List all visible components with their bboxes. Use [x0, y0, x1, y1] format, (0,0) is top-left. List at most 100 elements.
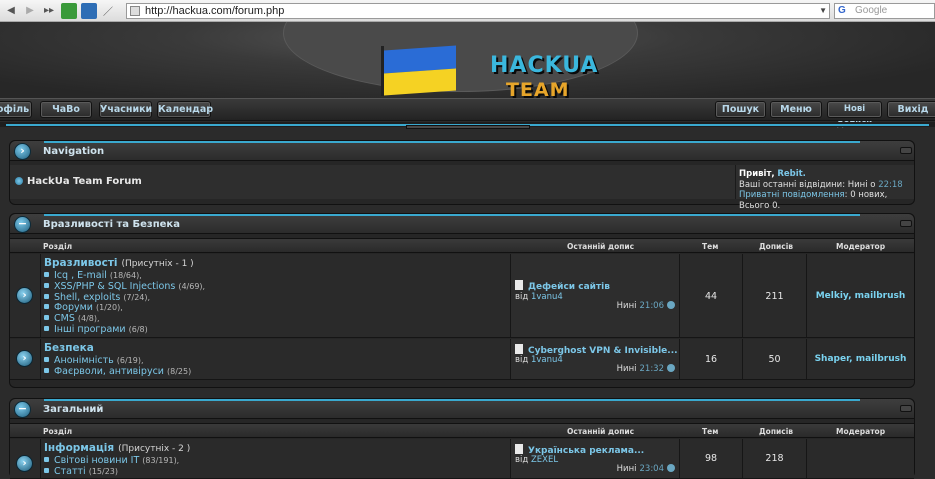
collapse-toggle-icon[interactable]: ›: [14, 143, 31, 160]
subforum-link[interactable]: Статті: [54, 466, 86, 477]
back-icon[interactable]: ◀: [3, 3, 19, 19]
browser-search-input[interactable]: G Google: [834, 3, 935, 19]
col-posts: Дописів: [759, 242, 794, 251]
category-panel: − Загальний Розділ Останній допис Тем До…: [9, 398, 915, 479]
google-icon: G: [838, 5, 846, 16]
forward-icon[interactable]: ▶: [22, 3, 38, 19]
category-title[interactable]: Загальний: [43, 404, 103, 415]
welcome-box: Привіт, Rebit. Ваші останні відвідини: Н…: [735, 165, 914, 211]
tools-icon[interactable]: ／: [100, 3, 116, 19]
present-count: (Присутніх - 2 ): [118, 444, 191, 454]
moderator-links[interactable]: Shaper, mailbrush: [807, 354, 914, 364]
username-link[interactable]: Rebit.: [777, 169, 806, 179]
new-posts-button[interactable]: Нові дописи: [827, 101, 882, 129]
history-dropdown-icon[interactable]: ▸▸: [41, 3, 57, 19]
subforum-list: Icq , E-mail (18/64), XSS/PHP & SQL Injec…: [44, 270, 206, 336]
home-icon[interactable]: [81, 2, 97, 19]
ukraine-flag-logo: [384, 45, 456, 96]
post-count: 211: [765, 291, 784, 302]
forum-home-row: HackUa Team Forum Привіт, Rebit. Ваші ос…: [10, 165, 914, 211]
last-post-time: 21:32: [639, 364, 665, 374]
collapse-toggle-icon[interactable]: −: [14, 216, 31, 233]
bullet-icon: [15, 177, 23, 185]
subforum-link[interactable]: Shell, exploits: [54, 292, 120, 303]
present-count: (Присутніх - 1 ): [121, 259, 194, 269]
last-post-by-label: від: [515, 355, 529, 365]
faq-button[interactable]: ЧаВо: [40, 101, 92, 118]
forum-navbar: офіль ЧаВо Учасники Календар Пошук Меню …: [0, 98, 935, 129]
forum-title-link[interactable]: Безпека: [44, 342, 94, 354]
private-messages-link[interactable]: Приватні повідомлення: [739, 190, 845, 200]
address-bar[interactable]: http://hackua.com/forum.php ▼: [126, 3, 830, 19]
last-post-author-link[interactable]: ZEXEL: [531, 455, 558, 465]
subforum-link[interactable]: XSS/PHP & SQL Injections: [54, 281, 175, 292]
topic-count: 98: [704, 453, 718, 464]
navigation-panel-header: › Navigation: [10, 141, 914, 161]
subforum-link[interactable]: Інші програми: [54, 324, 126, 335]
content-top-line: [0, 122, 935, 129]
search-button[interactable]: Пошук: [715, 101, 766, 118]
subforum-count: (4/69),: [178, 281, 206, 291]
last-post-title-link[interactable]: Дефейси сайтів: [515, 280, 610, 292]
collapse-handle-icon[interactable]: [900, 220, 912, 227]
forum-row: › Інформація (Присутніх - 2 ) Світові нов…: [10, 439, 914, 479]
last-post-day: Нині: [616, 301, 637, 311]
forum-home-link[interactable]: HackUa Team Forum: [27, 176, 142, 187]
forum-row: › Вразливості (Присутніх - 1 ) Icq , E-ma…: [10, 254, 914, 338]
subforum-count: (8/25): [166, 366, 192, 376]
forum-header-banner: HACKUA TEAM: [0, 22, 935, 98]
go-to-last-post-icon[interactable]: [667, 301, 675, 309]
calendar-button[interactable]: Календар: [157, 101, 213, 118]
logout-button[interactable]: Вихід: [887, 101, 935, 118]
topic-count: 44: [704, 291, 718, 302]
subforum-count: (15/23): [88, 466, 118, 476]
last-post-by-label: від: [515, 292, 529, 302]
last-post-time: 23:04: [639, 464, 665, 474]
col-posts: Дописів: [759, 427, 794, 436]
col-moderator: Модератор: [836, 242, 886, 251]
reload-icon[interactable]: [61, 2, 77, 19]
post-count: 50: [768, 354, 781, 365]
subforum-link[interactable]: Icq , E-mail: [54, 270, 107, 281]
last-post-author-link[interactable]: 1vanu4: [531, 355, 563, 365]
collapse-handle-icon[interactable]: [900, 405, 912, 412]
members-button[interactable]: Учасники: [99, 101, 152, 118]
moderator-links[interactable]: Melkiy, mailbrush: [807, 291, 914, 301]
profile-button[interactable]: офіль: [0, 101, 32, 118]
category-header: − Вразливості та Безпека: [10, 214, 914, 234]
subforum-count: (7/24),: [123, 292, 151, 302]
col-section: Розділ: [43, 242, 73, 251]
subforum-list: Анонімність (6/19), Фаєрволи, антивіруси(…: [44, 355, 192, 378]
subforum-count: (83/191),: [142, 456, 180, 465]
table-header: Розділ Останній допис Тем Дописів Модера…: [10, 423, 914, 438]
forum-status-icon: ›: [16, 455, 33, 472]
subforum-link[interactable]: Форуми: [54, 302, 93, 313]
last-post-author-link[interactable]: 1vanu4: [531, 292, 563, 302]
subforum-link[interactable]: Світові новини IT: [54, 455, 139, 466]
collapse-handle-icon[interactable]: [900, 147, 912, 154]
col-topics: Тем: [702, 427, 719, 436]
last-post-by-label: від: [515, 455, 529, 465]
forum-title-link[interactable]: Інформація: [44, 442, 114, 454]
col-topics: Тем: [702, 242, 719, 251]
forum-status-icon: ›: [16, 287, 33, 304]
col-last-post: Останній допис: [567, 242, 635, 251]
address-dropdown-icon[interactable]: ▼: [819, 4, 827, 18]
forum-title-link[interactable]: Вразливості: [44, 257, 118, 269]
last-post-time: 21:06: [639, 301, 665, 311]
subforum-link[interactable]: CMS: [54, 313, 75, 324]
topic-count: 16: [704, 354, 718, 365]
subforum-count: (18/64),: [109, 271, 142, 280]
menu-button[interactable]: Меню: [770, 101, 822, 118]
go-to-last-post-icon[interactable]: [667, 364, 675, 372]
subforum-count: (6/19),: [116, 356, 144, 365]
col-last-post: Останній допис: [567, 427, 635, 436]
subforum-list: Світові новини IT (83/191), Статті (15/23): [44, 455, 180, 478]
subforum-link[interactable]: Анонімність: [54, 355, 114, 366]
category-title[interactable]: Вразливості та Безпека: [43, 219, 180, 230]
subforum-link[interactable]: Фаєрволи, антивіруси: [54, 366, 164, 377]
logo-text-hackua: HACKUA: [490, 53, 599, 78]
logo-text-team: TEAM: [506, 79, 570, 98]
last-post-day: Нині: [616, 364, 637, 374]
collapse-toggle-icon[interactable]: −: [14, 401, 31, 418]
